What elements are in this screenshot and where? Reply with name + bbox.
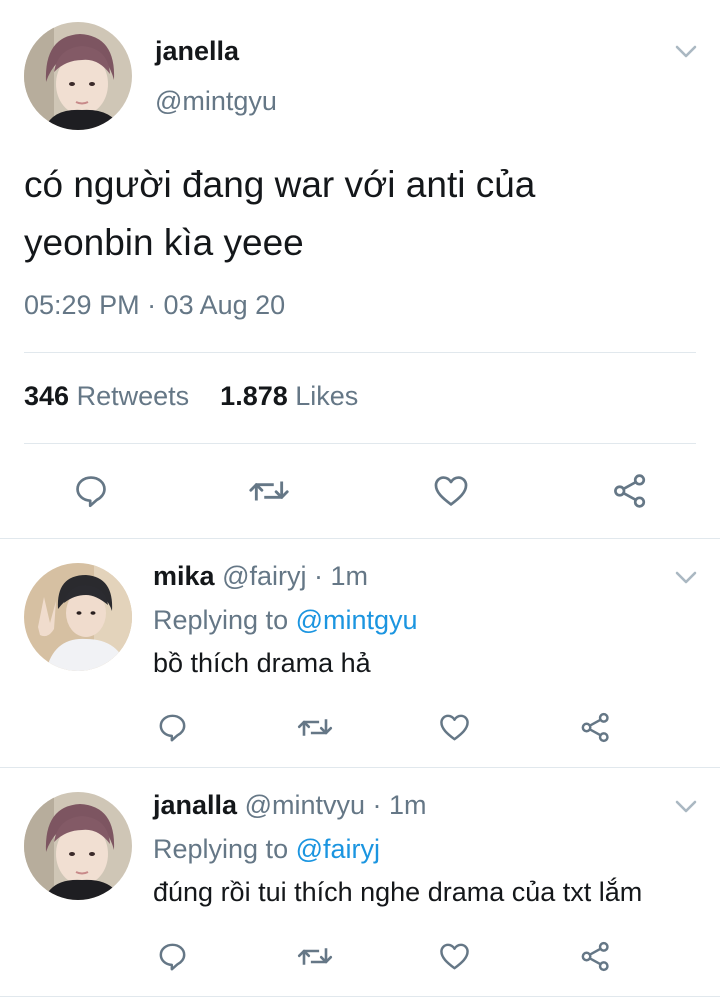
retweet-icon[interactable] xyxy=(296,940,334,973)
replying-to-label: Replying to xyxy=(153,834,289,864)
reply-display-name[interactable]: janalla xyxy=(153,790,237,820)
reply-icon[interactable] xyxy=(72,472,110,510)
replying-to: Replying to @fairyj xyxy=(153,834,380,865)
divider xyxy=(24,352,696,353)
retweets-count[interactable]: 346 xyxy=(24,381,69,411)
reply-icon[interactable] xyxy=(156,940,189,973)
replying-to-link[interactable]: @fairyj xyxy=(296,834,380,864)
reply-text: đúng rồi tui thích nghe drama của txt lắ… xyxy=(153,877,643,907)
like-icon[interactable] xyxy=(437,940,472,973)
avatar[interactable] xyxy=(24,563,132,671)
retweet-icon[interactable] xyxy=(248,472,290,510)
like-icon[interactable] xyxy=(437,711,472,744)
retweet-icon[interactable] xyxy=(296,711,334,744)
share-icon[interactable] xyxy=(578,940,613,973)
divider xyxy=(0,996,720,997)
engagement-stats: 346 Retweets 1.878 Likes xyxy=(24,381,358,412)
share-icon[interactable] xyxy=(578,711,613,744)
like-icon[interactable] xyxy=(431,472,471,510)
retweets-label[interactable]: Retweets xyxy=(77,381,190,411)
chevron-down-icon[interactable] xyxy=(674,570,698,586)
reply-handle[interactable]: @fairyj xyxy=(222,561,306,591)
tweet-text-line-1: có người đang war với anti của xyxy=(24,164,536,205)
reply-time[interactable]: · 1m xyxy=(373,790,427,820)
likes-count[interactable]: 1.878 xyxy=(220,381,288,411)
divider xyxy=(0,767,720,768)
reply-handle[interactable]: @mintvyu xyxy=(245,790,365,820)
reply-display-name[interactable]: mika xyxy=(153,561,215,591)
display-name[interactable]: janella xyxy=(155,36,239,67)
reply-icon[interactable] xyxy=(156,711,189,744)
avatar[interactable] xyxy=(24,792,132,900)
avatar[interactable] xyxy=(24,22,132,130)
chevron-down-icon[interactable] xyxy=(674,44,698,60)
replying-to: Replying to @mintgyu xyxy=(153,605,418,636)
divider xyxy=(24,443,696,444)
replying-to-label: Replying to xyxy=(153,605,289,635)
reply-header: mika @fairyj · 1m xyxy=(153,561,368,592)
reply-text: bồ thích drama hả xyxy=(153,648,371,678)
share-icon[interactable] xyxy=(610,472,650,510)
replying-to-link[interactable]: @mintgyu xyxy=(296,605,418,635)
chevron-down-icon[interactable] xyxy=(674,799,698,815)
divider xyxy=(0,538,720,539)
reply-time[interactable]: · 1m xyxy=(314,561,368,591)
tweet-timestamp[interactable]: 05:29 PM · 03 Aug 20 xyxy=(24,290,285,321)
reply-header: janalla @mintvyu · 1m xyxy=(153,790,427,821)
user-handle[interactable]: @mintgyu xyxy=(155,86,277,117)
tweet-text-line-2: yeonbin kìa yeee xyxy=(24,222,304,263)
likes-label[interactable]: Likes xyxy=(295,381,358,411)
